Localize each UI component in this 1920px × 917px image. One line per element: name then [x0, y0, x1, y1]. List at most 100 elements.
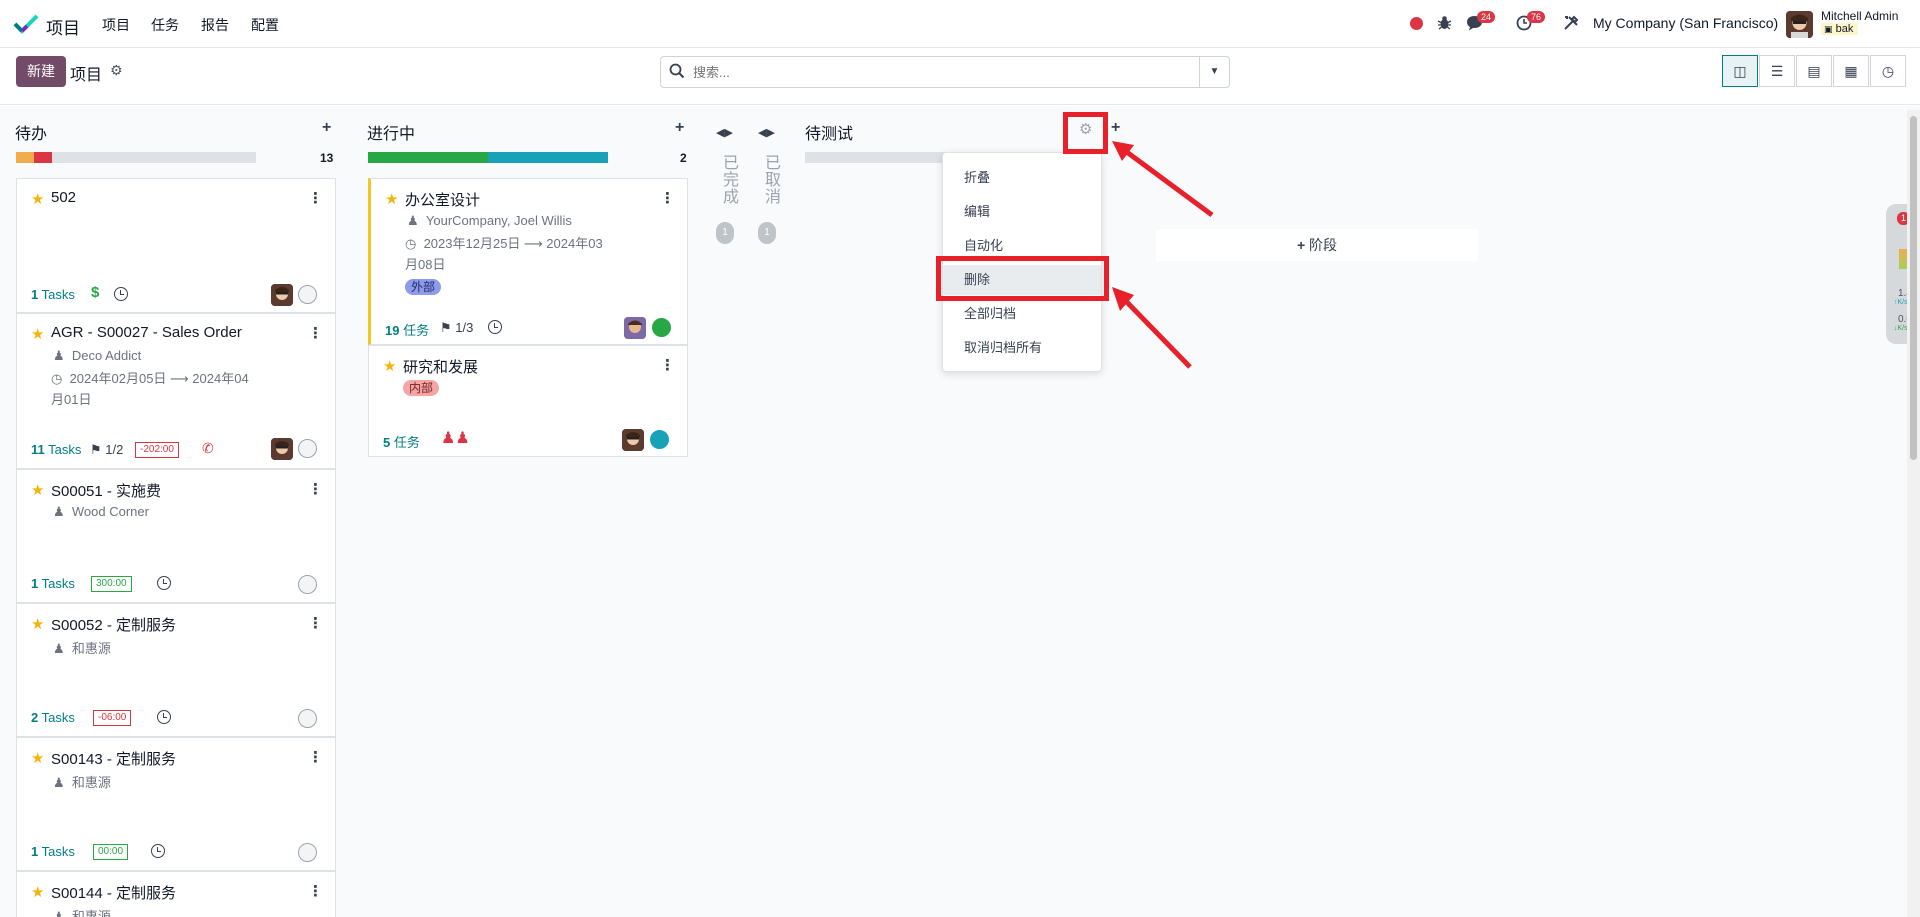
user-avatar[interactable]: [1786, 11, 1813, 38]
project-card[interactable]: ★ 502 ⋮ 1 Tasks $: [16, 178, 336, 313]
progress-segment-blue[interactable]: [488, 152, 608, 163]
customer-name: 和惠源: [71, 775, 111, 790]
status-dot-blue[interactable]: [650, 430, 669, 449]
star-favorite-icon[interactable]: ★: [385, 190, 398, 208]
activity-clock-icon[interactable]: [488, 320, 502, 334]
star-favorite-icon[interactable]: ★: [31, 615, 44, 633]
project-card[interactable]: ★ S00052 - 定制服务 ⋮ ♟ 和惠源 2 Tasks -06:00: [16, 603, 336, 737]
card-menu-icon[interactable]: ⋮: [660, 189, 675, 207]
menu-item-tasks[interactable]: 任务: [151, 15, 179, 35]
card-avatar[interactable]: [622, 429, 644, 451]
card-menu-icon[interactable]: ⋮: [308, 189, 323, 207]
card-tasks-link[interactable]: 2 Tasks: [31, 710, 75, 725]
card-tasks-link[interactable]: 1 Tasks: [31, 287, 75, 302]
view-calendar-button[interactable]: ▦: [1833, 55, 1869, 87]
progress-segment-green[interactable]: [368, 152, 488, 163]
flag-icon: ⚑: [440, 320, 452, 335]
project-card[interactable]: ★ AGR - S00027 - Sales Order ⋮ ♟ Deco Ad…: [16, 313, 336, 469]
card-menu-icon[interactable]: ⋮: [308, 748, 323, 766]
card-menu-icon[interactable]: ⋮: [308, 480, 323, 498]
star-favorite-icon[interactable]: ★: [31, 883, 44, 901]
milestone-value: 1/3: [455, 320, 474, 335]
status-dot[interactable]: [298, 439, 317, 458]
vertical-scrollbar[interactable]: [1907, 110, 1920, 917]
breadcrumb-gear-icon[interactable]: ⚙: [110, 62, 123, 79]
search-options-toggle[interactable]: ▼: [1199, 57, 1229, 87]
dropdown-fold[interactable]: 折叠: [943, 163, 1101, 193]
add-stage-button[interactable]: + 阶段: [1156, 229, 1478, 261]
user-name[interactable]: Mitchell Admin: [1821, 9, 1898, 23]
card-tasks-link[interactable]: 1 Tasks: [31, 844, 75, 859]
tasks-word: Tasks: [48, 442, 82, 457]
team-users-icon[interactable]: ♟♟: [441, 428, 470, 448]
dropdown-edit[interactable]: 编辑: [943, 197, 1101, 227]
activity-clock-icon[interactable]: [114, 287, 128, 301]
view-gantt-button[interactable]: ▤: [1796, 55, 1832, 87]
card-avatar[interactable]: [271, 284, 293, 306]
dollar-icon[interactable]: $: [91, 284, 99, 301]
column-progress-bar[interactable]: [16, 152, 256, 163]
menu-item-reports[interactable]: 报告: [201, 15, 229, 35]
card-tasks-link[interactable]: 5 任务: [383, 432, 420, 451]
star-favorite-icon[interactable]: ★: [383, 357, 396, 375]
view-activity-button[interactable]: ◷: [1870, 55, 1906, 87]
company-switcher[interactable]: My Company (San Francisco): [1593, 15, 1778, 31]
project-card[interactable]: ★ S00143 - 定制服务 ⋮ ♟ 和惠源 1 Tasks 00:00: [16, 737, 336, 871]
project-card[interactable]: ★ 研究和发展 ⋮ 内部 5 任务 ♟♟: [368, 345, 688, 457]
view-list-button[interactable]: ☰: [1759, 55, 1795, 87]
column-cancel-folded[interactable]: ◀▶ 已取消 1: [753, 106, 781, 246]
status-dot[interactable]: [298, 709, 317, 728]
status-dot[interactable]: [298, 285, 317, 304]
activity-button[interactable]: 76: [1516, 11, 1546, 31]
activity-clock-icon[interactable]: [157, 576, 171, 590]
card-avatar[interactable]: [271, 438, 293, 460]
new-button[interactable]: 新建: [16, 56, 66, 87]
column-progress-bar[interactable]: [368, 152, 608, 163]
view-kanban-button[interactable]: ◫: [1722, 55, 1758, 87]
column-title[interactable]: 进行中: [367, 120, 415, 144]
tools-icon[interactable]: [1563, 15, 1579, 31]
card-tasks-link[interactable]: 19 任务: [385, 320, 429, 339]
phone-icon[interactable]: ✆: [202, 440, 214, 457]
card-menu-icon[interactable]: ⋮: [660, 356, 675, 374]
column-done-folded[interactable]: ◀▶ 已完成 1: [711, 106, 739, 246]
menu-item-config[interactable]: 配置: [251, 15, 279, 35]
column-title[interactable]: 待办: [15, 120, 47, 144]
card-menu-icon[interactable]: ⋮: [308, 324, 323, 342]
debug-bug-icon[interactable]: [1437, 15, 1452, 31]
card-tasks-link[interactable]: 1 Tasks: [31, 576, 75, 591]
column-add-icon[interactable]: +: [675, 119, 684, 137]
status-dot[interactable]: [298, 843, 317, 862]
status-dot-green[interactable]: [652, 318, 671, 337]
scrollbar-thumb[interactable]: [1910, 116, 1917, 460]
app-name[interactable]: 项目: [46, 14, 80, 39]
card-tasks-link[interactable]: 11 Tasks: [31, 442, 81, 457]
progress-segment-orange[interactable]: [16, 152, 34, 163]
column-add-icon[interactable]: +: [322, 119, 331, 137]
card-avatar[interactable]: [624, 317, 646, 339]
tasks-count: 19: [385, 323, 400, 338]
project-card[interactable]: ★ 办公室设计 ⋮ ♟ YourCompany, Joel Willis ◷ 2…: [368, 178, 688, 345]
dropdown-archive-all[interactable]: 全部归档: [943, 299, 1101, 329]
card-menu-icon[interactable]: ⋮: [308, 882, 323, 900]
column-title[interactable]: 待测试: [805, 120, 853, 144]
clock-small-icon: ◷: [51, 371, 63, 386]
menu-item-projects[interactable]: 项目: [102, 15, 130, 35]
project-app-logo-icon[interactable]: [13, 13, 39, 35]
star-favorite-icon[interactable]: ★: [31, 325, 44, 343]
search-input[interactable]: [693, 61, 1173, 83]
project-card[interactable]: ★ S00051 - 实施费 ⋮ ♟ Wood Corner 1 Tasks 3…: [16, 469, 336, 603]
card-title: 研究和发展: [403, 359, 479, 376]
star-favorite-icon[interactable]: ★: [31, 749, 44, 767]
activity-clock-icon[interactable]: [151, 844, 165, 858]
activity-clock-icon[interactable]: [157, 710, 171, 724]
messages-button[interactable]: 24: [1466, 11, 1496, 31]
project-card[interactable]: ★ S00144 - 定制服务 ⋮ ♟ 和惠源: [16, 871, 336, 917]
progress-segment-red[interactable]: [34, 152, 52, 163]
star-favorite-icon[interactable]: ★: [31, 190, 44, 208]
record-icon[interactable]: [1410, 17, 1423, 30]
status-dot[interactable]: [298, 575, 317, 594]
star-favorite-icon[interactable]: ★: [31, 481, 44, 499]
dropdown-unarchive-all[interactable]: 取消归档所有: [943, 333, 1101, 363]
card-menu-icon[interactable]: ⋮: [308, 614, 323, 632]
